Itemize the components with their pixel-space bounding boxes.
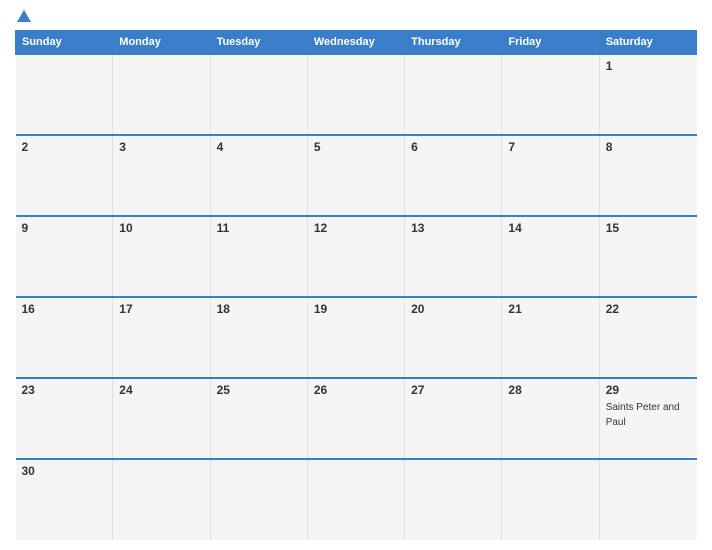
day-number: 9 — [22, 221, 107, 235]
weekday-header-thursday: Thursday — [405, 31, 502, 55]
day-number: 19 — [314, 302, 398, 316]
calendar-cell: 25 — [210, 378, 307, 459]
calendar-cell: 10 — [113, 216, 210, 297]
calendar-cell: 8 — [599, 135, 696, 216]
calendar-header — [15, 10, 697, 22]
calendar-cell: 2 — [16, 135, 113, 216]
day-number: 13 — [411, 221, 495, 235]
calendar-cell: 11 — [210, 216, 307, 297]
calendar-cell — [307, 54, 404, 135]
day-number: 1 — [606, 59, 691, 73]
weekday-header-wednesday: Wednesday — [307, 31, 404, 55]
calendar-cell: 20 — [405, 297, 502, 378]
weekday-header-row: SundayMondayTuesdayWednesdayThursdayFrid… — [16, 31, 697, 55]
weekday-header-saturday: Saturday — [599, 31, 696, 55]
calendar-cell: 15 — [599, 216, 696, 297]
day-number: 16 — [22, 302, 107, 316]
calendar-cell: 13 — [405, 216, 502, 297]
calendar-week-row: 30 — [16, 459, 697, 540]
day-number: 8 — [606, 140, 691, 154]
day-number: 2 — [22, 140, 107, 154]
day-number: 25 — [217, 383, 301, 397]
calendar-table: SundayMondayTuesdayWednesdayThursdayFrid… — [15, 30, 697, 540]
day-number: 7 — [508, 140, 592, 154]
calendar-cell — [307, 459, 404, 540]
day-number: 15 — [606, 221, 691, 235]
calendar-cell: 5 — [307, 135, 404, 216]
day-number: 3 — [119, 140, 203, 154]
day-number: 10 — [119, 221, 203, 235]
calendar-cell — [405, 54, 502, 135]
calendar-cell: 24 — [113, 378, 210, 459]
calendar-cell: 9 — [16, 216, 113, 297]
calendar-week-row: 23 24 25 26 27 28 29 Saints Peter and Paul — [16, 378, 697, 459]
calendar-cell — [16, 54, 113, 135]
day-number: 26 — [314, 383, 398, 397]
calendar-header-row: SundayMondayTuesdayWednesdayThursdayFrid… — [16, 31, 697, 55]
weekday-header-tuesday: Tuesday — [210, 31, 307, 55]
calendar-cell — [599, 459, 696, 540]
calendar-cell — [502, 459, 599, 540]
day-number: 27 — [411, 383, 495, 397]
calendar-cell: 23 — [16, 378, 113, 459]
day-number: 4 — [217, 140, 301, 154]
calendar-cell: 16 — [16, 297, 113, 378]
calendar-cell: 27 — [405, 378, 502, 459]
calendar-week-row: 1 — [16, 54, 697, 135]
calendar-cell: 12 — [307, 216, 404, 297]
calendar-body: 1234567891011121314151617181920212223242… — [16, 54, 697, 540]
calendar-cell: 14 — [502, 216, 599, 297]
calendar-cell: 18 — [210, 297, 307, 378]
calendar-cell: 19 — [307, 297, 404, 378]
weekday-header-monday: Monday — [113, 31, 210, 55]
weekday-header-sunday: Sunday — [16, 31, 113, 55]
logo — [15, 10, 33, 22]
calendar-page: SundayMondayTuesdayWednesdayThursdayFrid… — [0, 0, 712, 550]
calendar-week-row: 16 17 18 19 20 21 22 — [16, 297, 697, 378]
day-number: 24 — [119, 383, 203, 397]
day-number: 28 — [508, 383, 592, 397]
calendar-week-row: 2345678 — [16, 135, 697, 216]
day-number: 30 — [22, 464, 107, 478]
calendar-cell — [113, 459, 210, 540]
day-number: 12 — [314, 221, 398, 235]
calendar-cell — [210, 54, 307, 135]
calendar-cell — [502, 54, 599, 135]
calendar-cell: 6 — [405, 135, 502, 216]
calendar-cell: 7 — [502, 135, 599, 216]
day-number: 5 — [314, 140, 398, 154]
calendar-cell: 29 Saints Peter and Paul — [599, 378, 696, 459]
day-number: 23 — [22, 383, 107, 397]
calendar-cell: 28 — [502, 378, 599, 459]
weekday-header-friday: Friday — [502, 31, 599, 55]
day-number: 21 — [508, 302, 592, 316]
calendar-cell: 17 — [113, 297, 210, 378]
calendar-cell: 22 — [599, 297, 696, 378]
calendar-cell — [405, 459, 502, 540]
calendar-cell: 26 — [307, 378, 404, 459]
calendar-cell — [210, 459, 307, 540]
calendar-cell: 4 — [210, 135, 307, 216]
calendar-week-row: 9 10 11 12 13 14 15 — [16, 216, 697, 297]
calendar-cell: 30 — [16, 459, 113, 540]
logo-triangle-icon — [17, 10, 31, 22]
day-number: 20 — [411, 302, 495, 316]
calendar-cell — [113, 54, 210, 135]
calendar-cell: 1 — [599, 54, 696, 135]
day-number: 22 — [606, 302, 691, 316]
day-event: Saints Peter and Paul — [606, 402, 680, 428]
calendar-cell: 21 — [502, 297, 599, 378]
day-number: 17 — [119, 302, 203, 316]
day-number: 11 — [217, 221, 301, 235]
calendar-cell: 3 — [113, 135, 210, 216]
day-number: 14 — [508, 221, 592, 235]
day-number: 6 — [411, 140, 495, 154]
day-number: 18 — [217, 302, 301, 316]
day-number: 29 — [606, 383, 691, 397]
